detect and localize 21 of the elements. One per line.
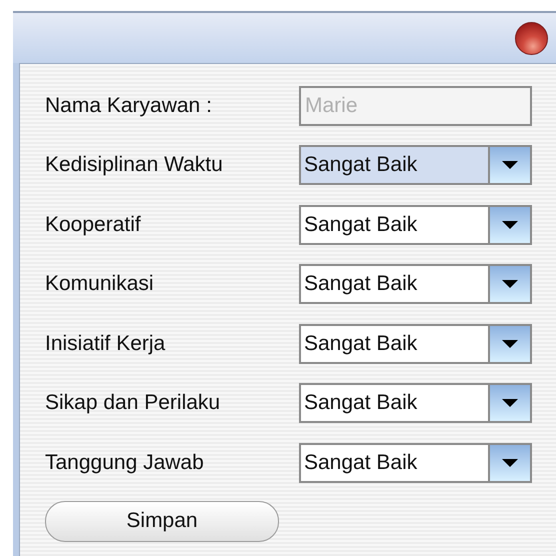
field-label: Tanggung Jawab [45,450,205,475]
field-label: Nama Karyawan : [45,94,213,118]
rating-dropdown[interactable]: Sangat Baik [299,324,532,364]
field-label: Kooperatif [45,212,142,237]
rating-dropdown[interactable]: Sangat Baik [299,442,532,483]
rating-dropdown[interactable]: Sangat Baik [299,264,532,304]
rating-dropdown[interactable]: Sangat Baik [299,145,532,186]
caret-icon [502,220,518,229]
field-label: Kedisiplinan Waktu [45,153,224,178]
caret-icon [502,280,518,288]
rating-dropdown[interactable]: Sangat Baik [299,383,532,424]
close-button[interactable] [515,22,548,55]
rating-dropdown[interactable]: Sangat Baik [299,204,532,245]
caret-icon [502,399,518,408]
caret-icon [502,458,518,467]
field-label: Komunikasi [45,272,155,296]
caret-icon [502,161,518,170]
save-button[interactable]: Simpan [45,500,279,542]
field-label: Inisiatif Kerja [45,332,166,356]
field-label: Sikap dan Perilaku [45,391,222,416]
caret-icon [502,340,518,348]
